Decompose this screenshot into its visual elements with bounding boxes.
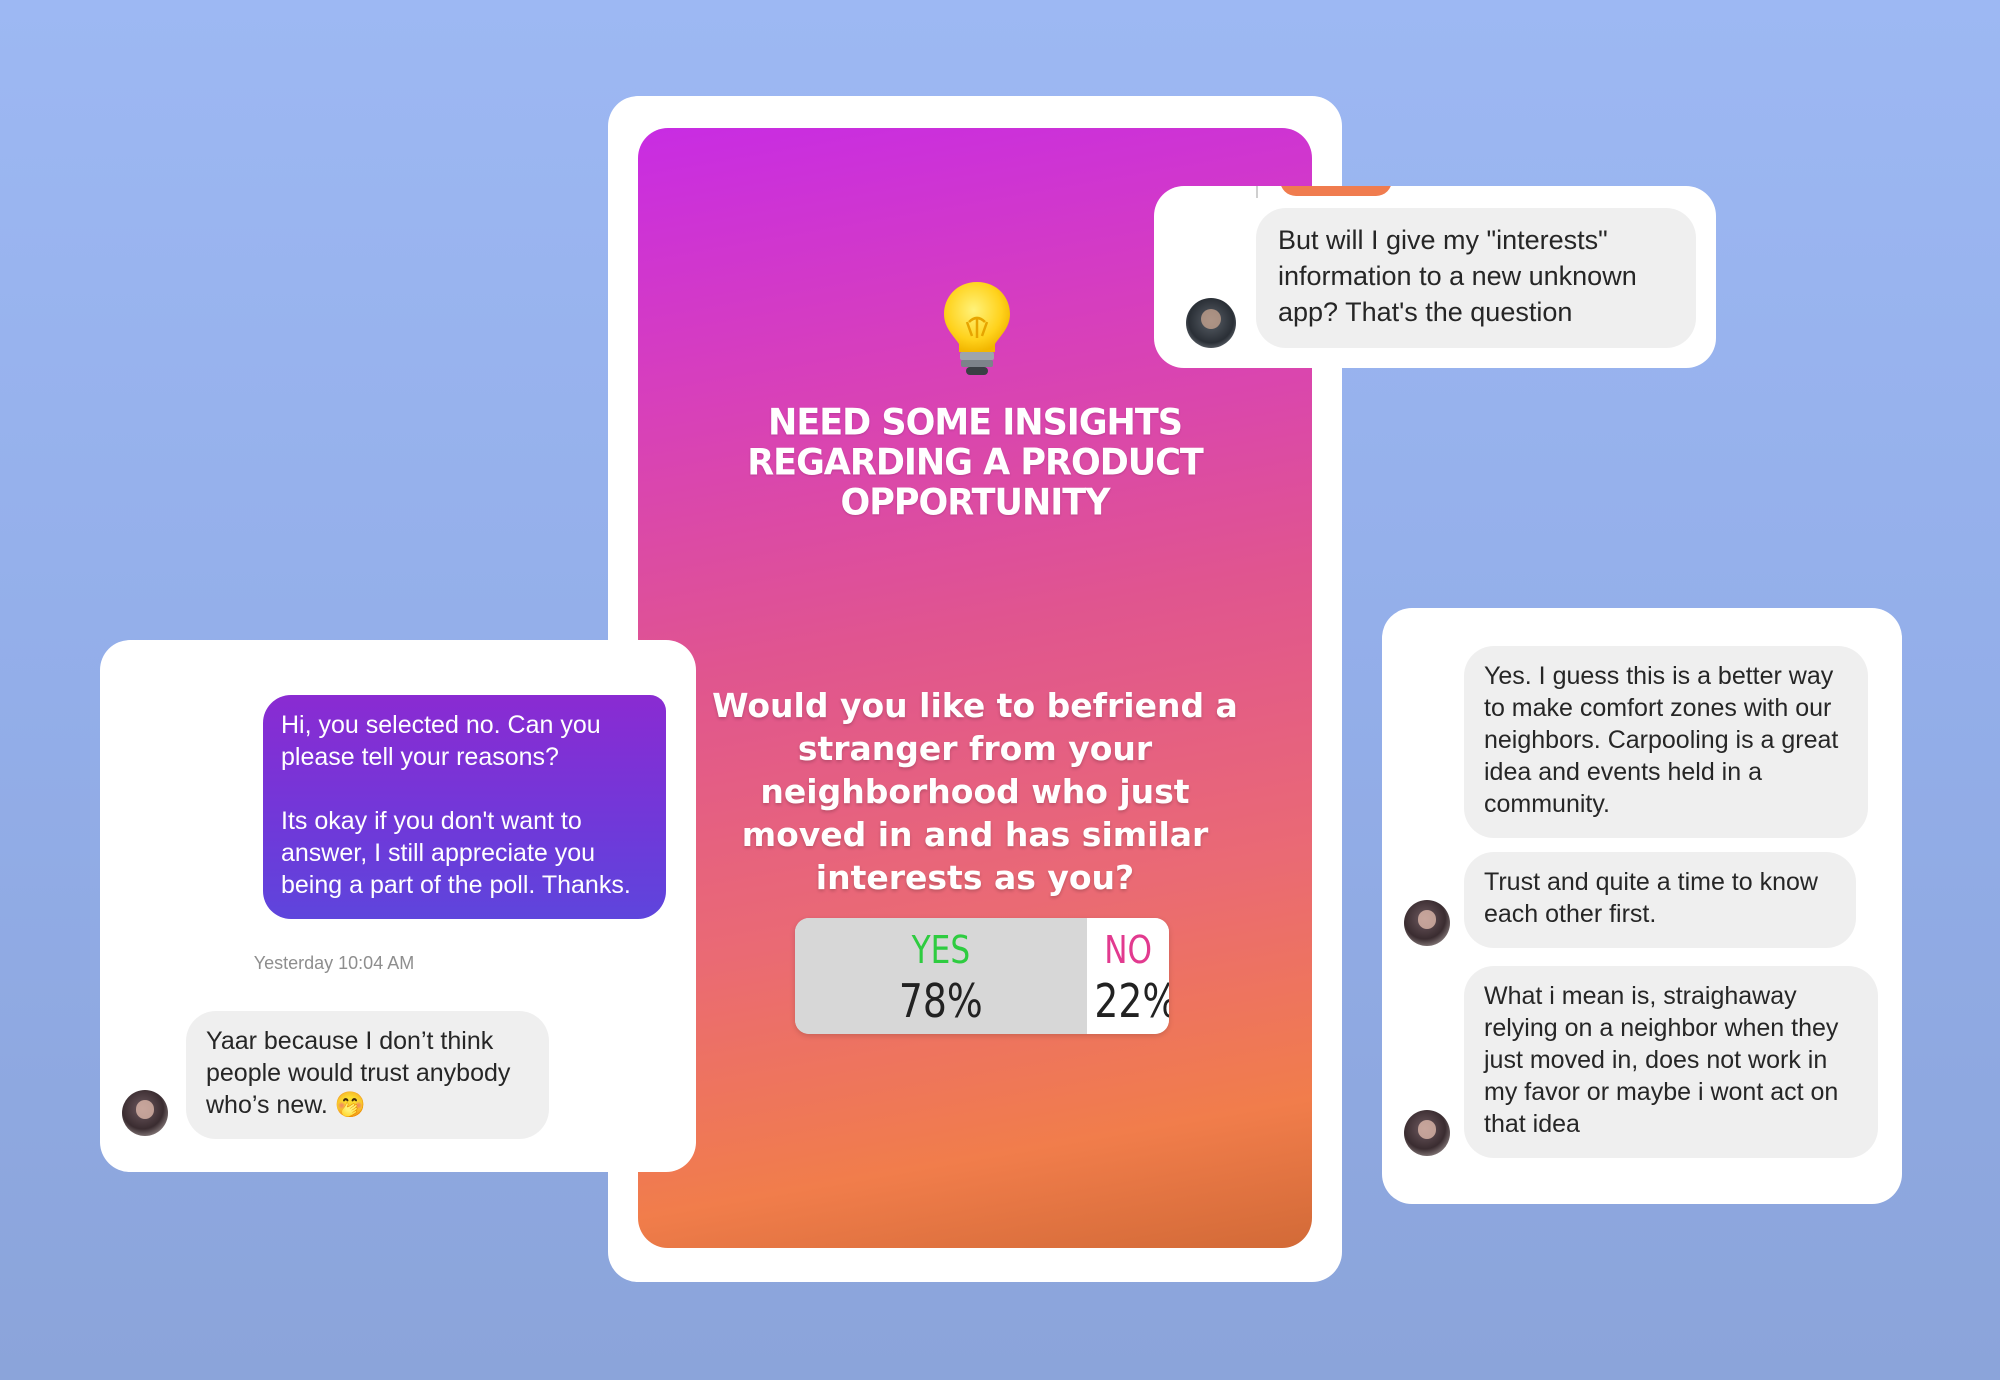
chat-card-right: Yes. I guess this is a better way to mak… <box>1382 608 1902 1204</box>
story-reply-thumbnail <box>1280 186 1392 196</box>
poll-option-no[interactable]: NO 22% <box>1086 918 1169 1034</box>
received-message: Trust and quite a time to know each othe… <box>1464 852 1856 948</box>
poll-yes-percent: 78% <box>898 974 983 1028</box>
received-message: But will I give my "interests" informati… <box>1256 208 1696 348</box>
avatar[interactable] <box>1404 1110 1450 1156</box>
chat-card-top-right: But will I give my "interests" informati… <box>1154 186 1716 368</box>
lightbulb-icon <box>944 282 1010 375</box>
received-message: Yaar because I don’t think people would … <box>186 1011 549 1139</box>
story-title: Need some insights regarding a product o… <box>747 402 1204 524</box>
poll-yes-label: YES <box>911 928 971 972</box>
poll-option-yes[interactable]: YES 78% <box>795 918 1087 1034</box>
poll-no-label: NO <box>1103 928 1152 972</box>
poll-question: Would you like to befriend a stranger fr… <box>712 686 1238 897</box>
message-timestamp: Yesterday 10:04 AM <box>253 953 415 973</box>
poll-results[interactable]: YES 78% NO 22% <box>795 918 1169 1034</box>
received-message: Yes. I guess this is a better way to mak… <box>1464 646 1868 838</box>
chat-card-left: Hi, you selected no. Can you please tell… <box>100 640 696 1172</box>
sent-message: Hi, you selected no. Can you please tell… <box>263 695 666 919</box>
avatar[interactable] <box>122 1090 168 1136</box>
poll-no-percent: 22% <box>1094 974 1169 1028</box>
received-message: What i mean is, straighaway relying on a… <box>1464 966 1878 1158</box>
reply-indicator-line <box>1256 186 1258 198</box>
avatar[interactable] <box>1186 298 1236 348</box>
avatar[interactable] <box>1404 900 1450 946</box>
